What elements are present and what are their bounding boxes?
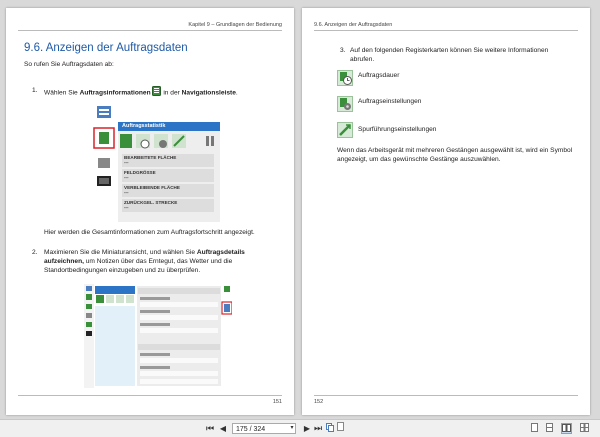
previous-page-button[interactable]: ◀ (218, 423, 228, 434)
guidance-icon (337, 122, 353, 138)
stat-value: --- (124, 175, 129, 180)
tab-label-job-duration: Auftragsdauer (358, 72, 400, 79)
two-page-view-icon[interactable] (561, 423, 572, 434)
left-page: Kapitel 9 – Grundlagen der Bedienung 9.6… (6, 8, 294, 415)
stat-row: FELDGRÖSSE --- (122, 169, 214, 182)
back-view-icon[interactable] (326, 423, 334, 434)
section-title: 9.6. Anzeigen der Auftragsdaten (24, 42, 188, 54)
tab-label-job-settings: Auftragseinstellungen (358, 98, 422, 105)
panel-title: Auftragsstatistik (118, 122, 220, 131)
step-1-text-a: Wählen Sie (44, 89, 80, 97)
page-number: 151 (18, 395, 282, 405)
tab-label-guidance-settings: Spurführungseinstellungen (358, 126, 437, 133)
forward-view-icon[interactable] (337, 422, 344, 431)
tab-icon (337, 96, 353, 117)
step-1-text-b: in der (161, 89, 182, 97)
tab-icon (337, 122, 353, 143)
step-2-text: Maximieren Sie die Miniaturansicht, und … (44, 248, 280, 275)
step-2-number: 2. (32, 249, 38, 256)
step-1-bold-b: Navigationsleiste (181, 89, 236, 97)
boom-note: Wenn das Arbeitsgerät mit mehreren Gestä… (337, 147, 573, 163)
step-1-bold-a: Auftragsinformationen (79, 89, 151, 97)
right-page: 9.6. Anzeigen der Auftragsdaten 3. Auf d… (302, 8, 590, 415)
step-1-text-c: . (235, 89, 238, 97)
clock-icon (337, 70, 353, 86)
chevron-down-icon[interactable]: ▾ (289, 423, 295, 434)
step-3-number: 3. (340, 47, 346, 54)
page-number-input[interactable]: 175 / 324 (232, 423, 296, 434)
single-page-view-icon[interactable] (530, 423, 539, 434)
stat-value: --- (124, 160, 129, 165)
continuous-view-icon[interactable] (545, 423, 554, 434)
first-page-button[interactable]: ⏮ (204, 423, 216, 434)
last-page-button[interactable]: ⏭ (312, 423, 324, 434)
stat-value: --- (124, 190, 129, 195)
two-page-continuous-icon[interactable] (579, 423, 589, 434)
viewer-toolbar: ⏮ ◀ 175 / 324 ▾ ▶ ⏭ (0, 419, 600, 437)
page-header: 9.6. Anzeigen der Auftragsdaten (314, 22, 578, 31)
step-1-number: 1. (32, 87, 38, 94)
panel-tab-icons (120, 134, 214, 149)
step-1-result: Hier werden die Gesamtinformationen zum … (44, 229, 255, 236)
stat-value: --- (124, 205, 129, 210)
navigation-bar (92, 104, 116, 224)
step-2-text-a: Maximieren Sie die Miniaturansicht, und … (44, 249, 197, 256)
tab-icon (337, 70, 353, 91)
page-header: Kapitel 9 – Grundlagen der Bedienung (18, 22, 282, 31)
step-1-text: Wählen Sie Auftragsinformationen in der … (44, 86, 284, 99)
settings-icon (337, 96, 353, 112)
page-number: 152 (314, 395, 578, 405)
job-statistics-screenshot: Auftragsstatistik BEARBEITETE FLÄCHE --- … (92, 104, 220, 224)
stat-row: BEARBEITETE FLÄCHE --- (122, 154, 214, 167)
stat-row: ZURÜCKGEL. STRECKE --- (122, 199, 214, 212)
job-details-screenshot (84, 284, 233, 388)
intro-text: So rufen Sie Auftragsdaten ab: (24, 61, 114, 68)
stat-row: VERBLEIBENDE FLÄCHE --- (122, 184, 214, 197)
next-page-button[interactable]: ▶ (302, 423, 312, 434)
step-3-text: Auf den folgenden Registerkarten können … (350, 47, 549, 63)
